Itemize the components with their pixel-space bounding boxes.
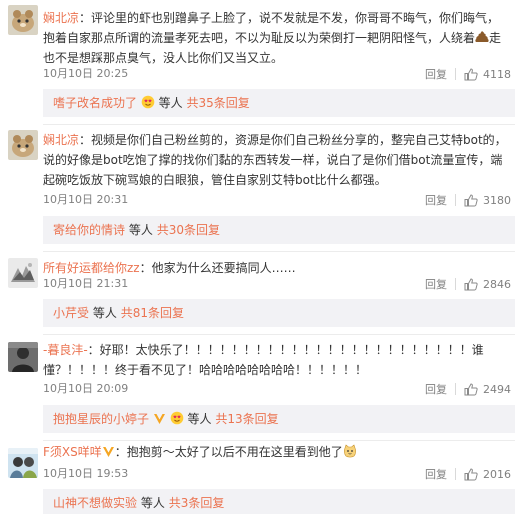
reply-count-link[interactable]: 共35条回复 bbox=[187, 96, 250, 110]
reply-mid-text: 等人 bbox=[158, 96, 183, 110]
comment-meta: 10月10日 19:53 回复 2016 bbox=[43, 465, 511, 483]
comment-meta: 10月10日 20:31 回复 3180 bbox=[43, 191, 511, 209]
v-badge-icon bbox=[102, 447, 114, 457]
comment-actions: 回复 2016 bbox=[417, 465, 511, 483]
comment-actions: 回复 2494 bbox=[417, 380, 511, 398]
comment-actions: 回复 4118 bbox=[417, 65, 511, 83]
comment-divider bbox=[43, 124, 515, 125]
reply-mid-text: 等人 bbox=[128, 223, 153, 237]
reply-count-link[interactable]: 共3条回复 bbox=[169, 496, 225, 510]
heart-face-emoji-icon bbox=[170, 411, 183, 425]
comment-actions: 回复 2846 bbox=[417, 275, 511, 293]
reply-mid-text: 等人 bbox=[140, 496, 165, 510]
reply-mid-text: 等人 bbox=[92, 306, 117, 320]
reply-button[interactable]: 回复 bbox=[417, 276, 455, 292]
comment-text: -暮良沣-：好耶！太快乐了！！！！！！！！！！！！！！！！！！！！！！！！谁懂？… bbox=[43, 340, 511, 380]
reply-username[interactable]: 山神不想做实验 bbox=[53, 496, 137, 510]
like-count: 3180 bbox=[483, 193, 511, 207]
reply-button[interactable]: 回复 bbox=[417, 66, 455, 82]
comment-meta: 10月10日 20:09 回复 2494 bbox=[43, 380, 511, 398]
like-button[interactable]: 2016 bbox=[456, 468, 511, 481]
comment-username[interactable]: 娴北凉 bbox=[43, 11, 79, 25]
thumbs-up-icon bbox=[464, 467, 478, 480]
comment-date: 10月10日 20:25 bbox=[43, 67, 129, 80]
thumbs-up-icon bbox=[464, 67, 478, 80]
v-badge-icon bbox=[153, 414, 165, 424]
comment-body: ：视频是你们自己粉丝剪的，资源是你们自己粉丝分享的，整完自己艾特bot的，说的好… bbox=[43, 133, 507, 187]
like-button[interactable]: 4118 bbox=[456, 68, 511, 81]
reply-button[interactable]: 回复 bbox=[417, 466, 455, 482]
like-count: 2494 bbox=[483, 382, 511, 396]
avatar[interactable] bbox=[8, 448, 38, 478]
avatar[interactable] bbox=[8, 258, 38, 288]
comment-actions: 回复 3180 bbox=[417, 191, 511, 209]
avatar[interactable] bbox=[8, 342, 38, 372]
replies-summary[interactable]: 山神不想做实验 等人 共3条回复 bbox=[43, 489, 515, 514]
reply-count-link[interactable]: 共13条回复 bbox=[215, 412, 278, 426]
comment-meta: 10月10日 21:31 回复 2846 bbox=[43, 275, 511, 293]
comment-username[interactable]: 所有好运都给你zz bbox=[43, 261, 140, 275]
comment-body: ：好耶！太快乐了！！！！！！！！！！！！！！！！！！！！！！！！谁懂？！！！！终… bbox=[43, 343, 484, 377]
replies-summary[interactable]: 小芹受 等人 共81条回复 bbox=[43, 299, 515, 327]
thumbs-up-icon bbox=[464, 193, 478, 206]
comment-text: 娴北凉：视频是你们自己粉丝剪的，资源是你们自己粉丝分享的，整完自己艾特bot的，… bbox=[43, 130, 511, 190]
comment-date: 10月10日 20:31 bbox=[43, 193, 129, 206]
replies-summary[interactable]: 嗜子改名成功了 等人 共35条回复 bbox=[43, 89, 515, 117]
cat-face-emoji-icon bbox=[343, 444, 356, 458]
reply-mid-text: 等人 bbox=[187, 412, 212, 426]
reply-button[interactable]: 回复 bbox=[417, 192, 455, 208]
comment-date: 10月10日 19:53 bbox=[43, 467, 129, 480]
comment-body: ：评论里的虾也别蹭鼻子上脸了，说不发就是不发，你哥哥不晦气，你们晦气，抱着自家那… bbox=[43, 11, 500, 45]
comment-divider bbox=[43, 251, 515, 252]
comment-username[interactable]: 娴北凉 bbox=[43, 133, 79, 147]
reply-username[interactable]: 小芹受 bbox=[53, 306, 89, 320]
like-count: 2016 bbox=[483, 467, 511, 481]
comment-body: ：抱抱剪～太好了以后不用在这里看到他了 bbox=[114, 445, 343, 459]
reply-username[interactable]: 嗜子改名成功了 bbox=[53, 96, 137, 110]
comment-text: 娴北凉：评论里的虾也别蹭鼻子上脸了，说不发就是不发，你哥哥不晦气，你们晦气，抱着… bbox=[43, 8, 511, 68]
comment-date: 10月10日 21:31 bbox=[43, 277, 129, 290]
replies-summary[interactable]: 抱抱星辰的小婷子 等人 共13条回复 bbox=[43, 405, 515, 433]
replies-summary[interactable]: 寄给你的情诗 等人 共30条回复 bbox=[43, 216, 515, 244]
like-button[interactable]: 2846 bbox=[456, 278, 511, 291]
comment-username[interactable]: -暮良沣- bbox=[43, 343, 88, 357]
reply-username[interactable]: 抱抱星辰的小婷子 bbox=[53, 412, 149, 426]
like-count: 2846 bbox=[483, 277, 511, 291]
comment-divider bbox=[43, 440, 515, 441]
heart-face-emoji-icon bbox=[141, 95, 155, 109]
comment-username[interactable]: F须XS咩咩 bbox=[43, 445, 102, 459]
comment-text: F须XS咩咩 ：抱抱剪～太好了以后不用在这里看到他了 bbox=[43, 442, 511, 462]
reply-count-link[interactable]: 共30条回复 bbox=[157, 223, 220, 237]
like-button[interactable]: 2494 bbox=[456, 383, 511, 396]
thumbs-up-icon bbox=[464, 277, 478, 290]
thumbs-up-icon bbox=[464, 382, 478, 395]
like-count: 4118 bbox=[483, 67, 511, 81]
like-button[interactable]: 3180 bbox=[456, 194, 511, 207]
comment-body: ：他家为什么还要搞同人…… bbox=[139, 261, 296, 275]
avatar[interactable] bbox=[8, 5, 38, 35]
comment-date: 10月10日 20:09 bbox=[43, 382, 129, 395]
reply-button[interactable]: 回复 bbox=[417, 381, 455, 397]
reply-count-link[interactable]: 共81条回复 bbox=[121, 306, 184, 320]
poop-emoji-icon bbox=[475, 31, 489, 42]
comment-divider bbox=[43, 334, 515, 335]
comment-meta: 10月10日 20:25 回复 4118 bbox=[43, 65, 511, 83]
reply-username[interactable]: 寄给你的情诗 bbox=[53, 223, 125, 237]
avatar[interactable] bbox=[8, 130, 38, 160]
